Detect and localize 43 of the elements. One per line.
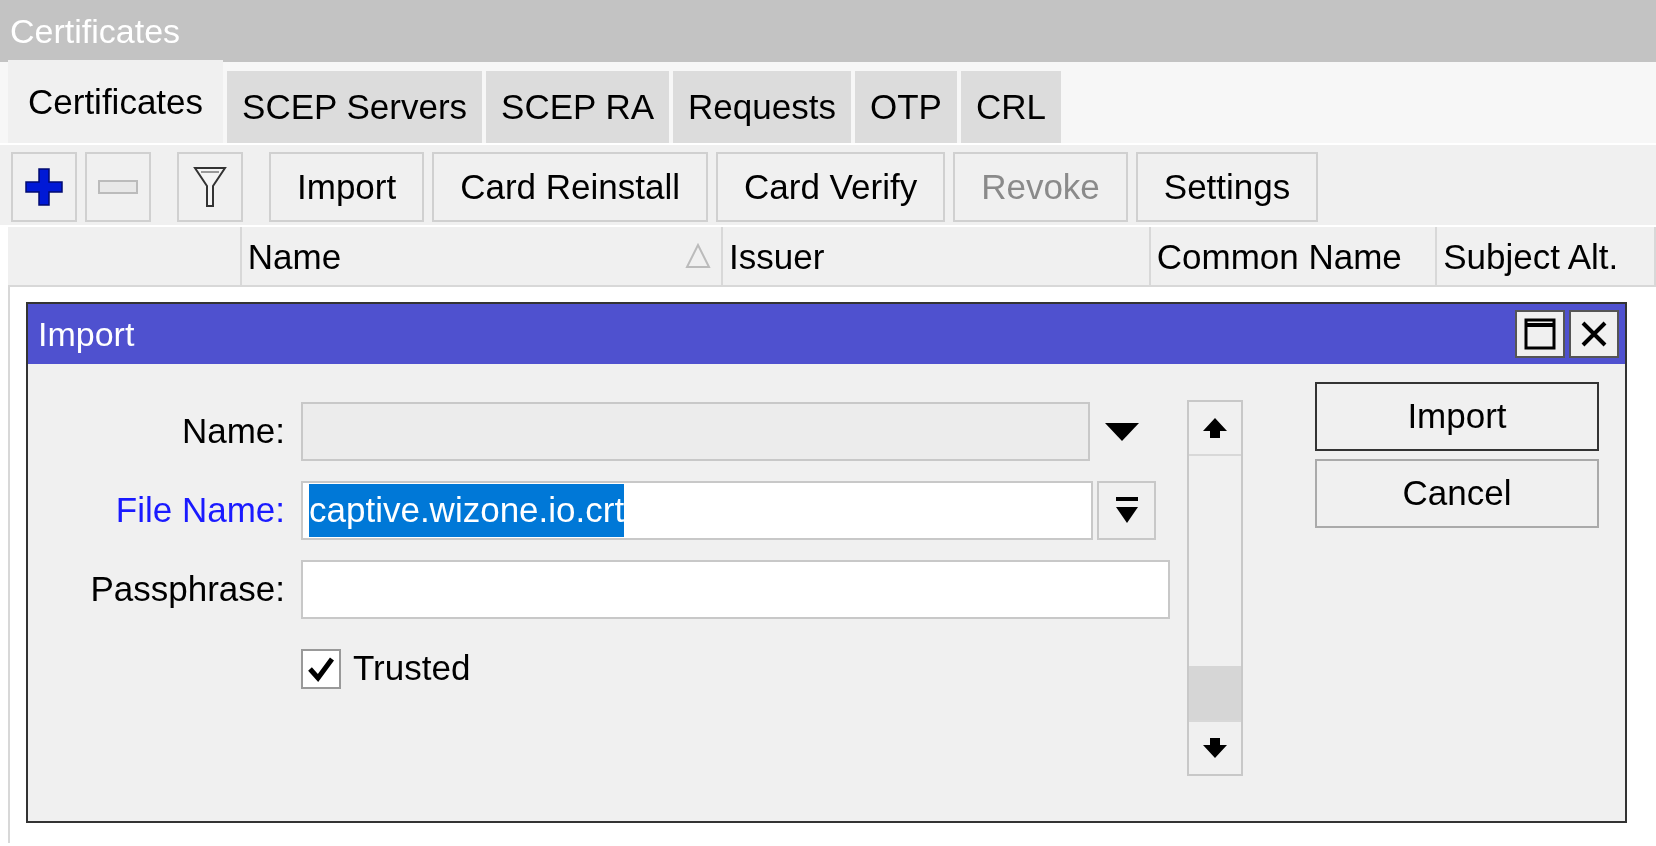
filter-button[interactable] [177,152,243,222]
import-button[interactable]: Import [1315,382,1599,451]
column-header[interactable]: Issuer [723,227,1151,285]
add-icon [24,167,64,207]
window-title: Certificates [0,0,1656,62]
maximize-icon [1524,318,1556,350]
column-header[interactable]: Name [241,227,724,285]
scroll-up-icon[interactable] [1201,417,1229,439]
scrollbar[interactable] [1187,400,1243,776]
triangle-down-icon [1104,422,1139,441]
input-field[interactable] [301,560,1170,619]
input-field[interactable]: captive.wizone.io.crt [301,481,1093,540]
add-button[interactable] [11,152,77,222]
field-label: Passphrase: [89,568,286,611]
scroll-down-icon[interactable] [1201,737,1229,759]
toolbar-button[interactable]: Settings [1135,152,1319,222]
tab[interactable]: SCEP RA [486,71,670,143]
filter-icon [193,166,227,208]
tab[interactable]: Certificates [8,60,224,143]
column-header[interactable]: Common Name [1150,227,1438,285]
tab[interactable]: CRL [960,71,1061,143]
tab[interactable]: SCEP Servers [227,71,483,143]
checkbox-label: Trusted [353,647,471,690]
field-label: File Name: [114,489,286,532]
sort-ascending-icon [685,243,712,269]
field-label: Name: [180,410,286,453]
maximize-button[interactable] [1515,310,1565,358]
arrow-down-icon [1113,496,1140,525]
close-icon [1580,320,1608,348]
checkbox[interactable] [301,648,341,689]
tab[interactable]: Requests [673,71,851,143]
column-header[interactable]: Subject Alt. [1437,227,1656,285]
toolbar-button[interactable]: Card Verify [716,152,946,222]
close-button[interactable] [1569,310,1619,358]
browse-button[interactable] [1097,481,1156,540]
input-field[interactable] [301,402,1090,461]
dialog-title: Import [38,313,135,355]
cancel-button[interactable]: Cancel [1315,459,1599,528]
toolbar-button[interactable]: Import [269,152,425,222]
remove-icon [98,180,138,194]
scrollbar-thumb[interactable] [1189,666,1241,720]
toolbar-button[interactable]: Card Reinstall [432,152,708,222]
tab[interactable]: OTP [854,71,957,143]
